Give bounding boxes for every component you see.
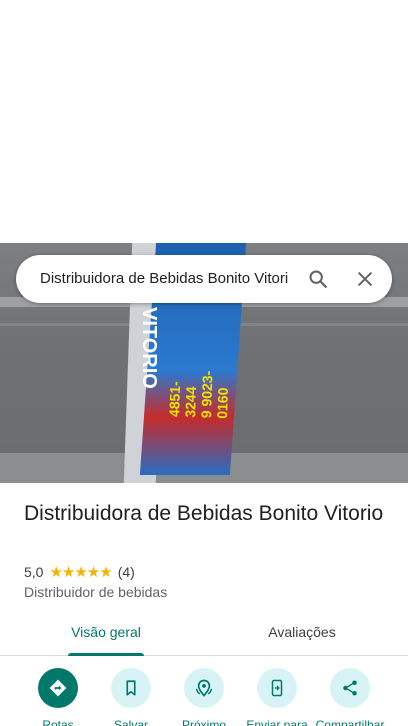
share-button[interactable]: Compartilhar — [314, 668, 386, 726]
nearby-circle[interactable] — [184, 668, 224, 708]
share-label: Compartilhar — [315, 718, 385, 726]
nearby-label: Próximo — [181, 718, 226, 726]
send-to-phone-label: Enviar para — [246, 718, 308, 726]
directions-circle[interactable] — [38, 668, 78, 708]
map-area[interactable] — [0, 0, 408, 243]
tab-reviews[interactable]: Avaliações — [250, 612, 354, 656]
save-label: Salvar — [113, 718, 148, 726]
place-title: Distribuidora de Bebidas Bonito Vitorio — [24, 502, 384, 525]
bookmark-icon — [126, 680, 136, 696]
review-count[interactable]: (4) — [118, 564, 135, 580]
close-icon — [358, 272, 372, 286]
tab-overview[interactable]: Visão geral — [56, 612, 156, 656]
search-button[interactable] — [302, 263, 334, 295]
clear-button[interactable] — [349, 263, 381, 295]
share-circle[interactable] — [330, 668, 370, 708]
search-bar[interactable]: Distribuidora de Bebidas Bonito Vitorio — [16, 255, 392, 303]
tab-label: Avaliações — [268, 624, 336, 640]
save-circle[interactable] — [111, 668, 151, 708]
sign-text: VITORIO — [138, 307, 160, 389]
search-icon — [309, 270, 327, 288]
save-button[interactable]: Salvar — [95, 668, 167, 726]
directions-icon — [49, 679, 67, 697]
rating-value: 5,0 — [24, 564, 44, 580]
tab-selected-indicator — [68, 653, 144, 656]
share-icon — [343, 680, 357, 696]
nearby-icon — [195, 679, 213, 697]
directions-label: Rotas — [42, 718, 74, 726]
tab-bar: Visão geral Avaliações — [0, 612, 408, 656]
action-buttons: Rotas Salvar Próximo Enviar para Compart… — [0, 668, 408, 726]
nearby-button[interactable]: Próximo — [168, 668, 240, 726]
star-rating-icon: ★★★★★ — [49, 564, 112, 581]
sign-phone-2: 9 9023-0160 — [197, 370, 232, 419]
send-to-phone-circle[interactable] — [257, 668, 297, 708]
sign-phone: 4851-3244 9 9023-0160 — [166, 357, 238, 419]
search-input[interactable]: Distribuidora de Bebidas Bonito Vitorio — [40, 255, 288, 303]
directions-button[interactable]: Rotas — [22, 668, 94, 726]
tab-label: Visão geral — [71, 624, 141, 640]
sign-phone-1: 4851-3244 — [165, 380, 200, 418]
send-to-phone-icon — [271, 679, 283, 697]
rating-row[interactable]: 5,0 ★★★★★ (4) — [24, 563, 135, 581]
place-category[interactable]: Distribuidor de bebidas — [24, 584, 167, 600]
send-to-phone-button[interactable]: Enviar para — [241, 668, 313, 726]
